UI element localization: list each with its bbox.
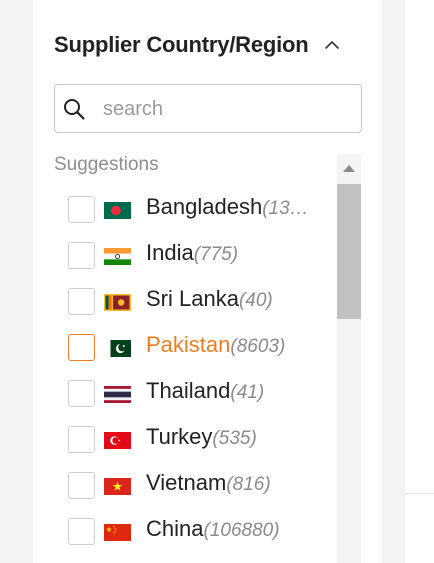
country-checkbox[interactable] xyxy=(68,380,95,407)
country-count: (13… xyxy=(262,198,309,219)
country-label: Vietnam(816) xyxy=(146,470,271,496)
china-flag-icon xyxy=(104,524,131,541)
search-box[interactable] xyxy=(54,84,362,133)
country-checkbox[interactable] xyxy=(68,334,95,361)
country-item[interactable]: Pakistan(8603) xyxy=(54,324,332,370)
scrollbar[interactable] xyxy=(337,154,361,563)
country-name: Bangladesh xyxy=(146,194,263,219)
bangladesh-flag-icon xyxy=(104,202,131,219)
country-list: Bangladesh(13… India(775) Sri Lanka(40) Pak… xyxy=(54,186,332,563)
country-checkbox[interactable] xyxy=(68,196,95,223)
divider xyxy=(405,493,434,494)
country-item[interactable]: Thailand(41) xyxy=(54,370,332,416)
country-label: Sri Lanka(40) xyxy=(146,286,273,312)
country-name: Vietnam xyxy=(146,470,227,495)
country-name: Sri Lanka xyxy=(146,286,239,311)
country-label: Bangladesh(13… xyxy=(146,194,309,220)
country-name: Pakistan xyxy=(146,332,231,357)
country-checkbox[interactable] xyxy=(68,426,95,453)
supplier-country-filter-panel: Supplier Country/Region Suggestions Bang… xyxy=(33,0,382,563)
country-label: Pakistan(8603) xyxy=(146,332,285,358)
country-label: Turkey(535) xyxy=(146,424,257,450)
scroll-thumb[interactable] xyxy=(337,184,361,319)
country-label: Thailand(41) xyxy=(146,378,264,404)
suggestions-label: Suggestions xyxy=(54,154,159,175)
search-icon xyxy=(62,97,86,121)
search-input[interactable] xyxy=(103,93,353,125)
country-checkbox[interactable] xyxy=(68,288,95,315)
country-item[interactable]: India(775) xyxy=(54,232,332,278)
filter-header[interactable]: Supplier Country/Region xyxy=(54,28,364,62)
country-name: India xyxy=(146,240,194,265)
country-name: Thailand xyxy=(146,378,231,403)
country-item[interactable]: Bangladesh(13… xyxy=(54,186,332,232)
country-count: (816) xyxy=(226,474,271,495)
turkey-flag-icon xyxy=(104,432,131,449)
country-name: Turkey xyxy=(146,424,213,449)
country-checkbox[interactable] xyxy=(68,242,95,269)
pakistan-flag-icon xyxy=(104,340,131,357)
right-panel xyxy=(405,0,434,563)
country-count: (106880) xyxy=(203,520,280,541)
country-item[interactable]: Turkey(535) xyxy=(54,416,332,462)
thailand-flag-icon xyxy=(104,386,131,403)
country-item[interactable]: Sri Lanka(40) xyxy=(54,278,332,324)
country-count: (41) xyxy=(230,382,265,403)
india-flag-icon xyxy=(104,248,131,265)
country-count: (775) xyxy=(193,244,239,265)
country-count: (8603) xyxy=(230,336,286,357)
country-item[interactable]: Vietnam(816) xyxy=(54,462,332,508)
scroll-up-arrow-icon[interactable] xyxy=(337,154,361,182)
country-count: (40) xyxy=(238,290,273,311)
filter-title: Supplier Country/Region xyxy=(54,32,309,57)
vietnam-flag-icon xyxy=(104,478,131,495)
country-item[interactable]: China(106880) xyxy=(54,508,332,554)
chevron-up-icon[interactable] xyxy=(323,36,341,54)
country-checkbox[interactable] xyxy=(68,518,95,545)
country-name: China xyxy=(146,516,204,541)
country-label: India(775) xyxy=(146,240,238,266)
country-checkbox[interactable] xyxy=(68,472,95,499)
country-count: (535) xyxy=(212,428,257,449)
country-label: China(106880) xyxy=(146,516,280,542)
sri-lanka-flag-icon xyxy=(104,294,131,311)
